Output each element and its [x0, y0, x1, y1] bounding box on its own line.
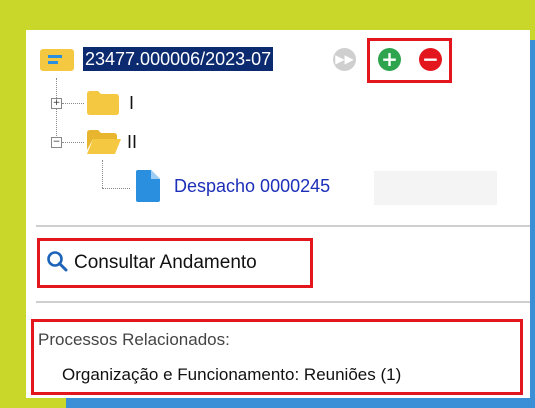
plus-circle-icon: + [381, 47, 398, 71]
collapse-toggle-folder-ii[interactable]: − [51, 137, 62, 148]
folder-icon [87, 91, 119, 115]
folder-open-icon [87, 130, 121, 154]
tree-line [102, 160, 103, 188]
consult-andamento-link[interactable]: Consultar Andamento [46, 250, 257, 274]
forward-button[interactable]: ▶▶ [333, 48, 356, 71]
add-button[interactable]: + [378, 48, 401, 71]
tree-line [62, 103, 84, 104]
related-processes-title: Processos Relacionados: [38, 330, 230, 349]
search-icon [47, 251, 68, 272]
process-number[interactable]: 23477.000006/2023-07 [83, 47, 274, 71]
tree-line [56, 78, 57, 144]
separator [36, 225, 530, 227]
document-link[interactable]: Despacho 0000245 [174, 176, 330, 197]
expand-toggle-folder-i[interactable]: + [51, 98, 62, 109]
consult-label: Consultar Andamento [74, 252, 257, 273]
tree-line [62, 142, 84, 143]
fast-forward-icon: ▶▶ [335, 52, 354, 66]
folder-label-ii[interactable]: II [127, 132, 137, 153]
minus-circle-icon: − [422, 47, 439, 71]
folder-label-i[interactable]: I [129, 93, 134, 114]
tree-line [102, 188, 130, 189]
document-highlight-area [374, 171, 497, 205]
related-process-item[interactable]: Organização e Funcionamento: Reuniões (1… [62, 365, 401, 385]
separator [36, 301, 530, 303]
document-icon [136, 170, 160, 202]
background-blue-edge [530, 40, 535, 408]
process-icon [40, 49, 74, 71]
process-tree-panel: 23477.000006/2023-07 ▶▶ + − + I − II Des… [26, 30, 530, 398]
remove-button[interactable]: − [419, 48, 442, 71]
